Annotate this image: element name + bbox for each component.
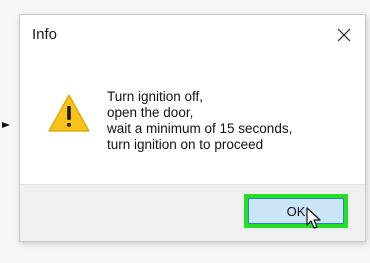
dialog-footer: OK <box>20 184 365 241</box>
dialog-message: Turn ignition off, open the door, wait a… <box>107 89 293 152</box>
mouse-cursor-icon <box>306 207 321 229</box>
screenshot-stage: Info Turn ignition off, open the door, w… <box>0 0 370 263</box>
arrow-right-icon <box>2 122 10 128</box>
info-dialog: Info Turn ignition off, open the door, w… <box>19 14 366 242</box>
close-button[interactable] <box>329 21 359 49</box>
dialog-titlebar: Info <box>20 15 365 55</box>
dialog-content: Turn ignition off, open the door, wait a… <box>20 55 365 185</box>
ok-button[interactable]: OK <box>248 198 344 224</box>
dialog-title: Info <box>32 26 58 43</box>
close-icon <box>337 28 351 42</box>
warning-icon <box>48 94 90 132</box>
